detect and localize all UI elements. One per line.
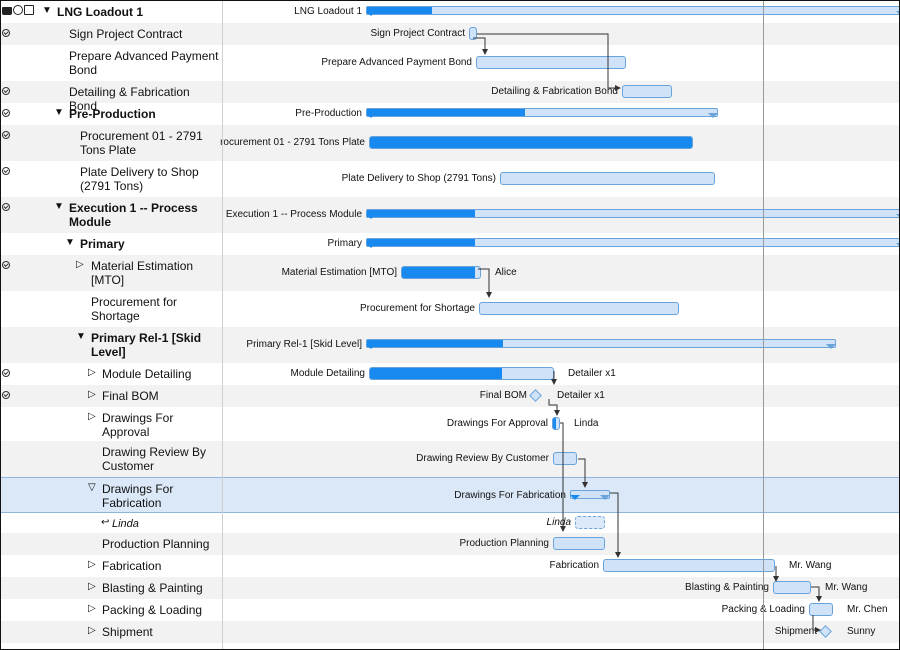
dependency-links (473, 33, 822, 633)
dependency-arrow (578, 458, 588, 488)
dependency-arrow (812, 615, 821, 633)
gantt-window: ▼ LNG Loadout 1 LNG Loadout 1 Sign Project … (0, 0, 900, 650)
dependency-arrow (473, 37, 488, 55)
dependency-arrow (610, 492, 621, 558)
dependency-arrow (477, 33, 621, 91)
dependency-arrow (560, 422, 566, 532)
dependency-arrow (811, 586, 822, 602)
dependency-arrow (548, 399, 560, 416)
dependency-arrow (478, 268, 492, 298)
